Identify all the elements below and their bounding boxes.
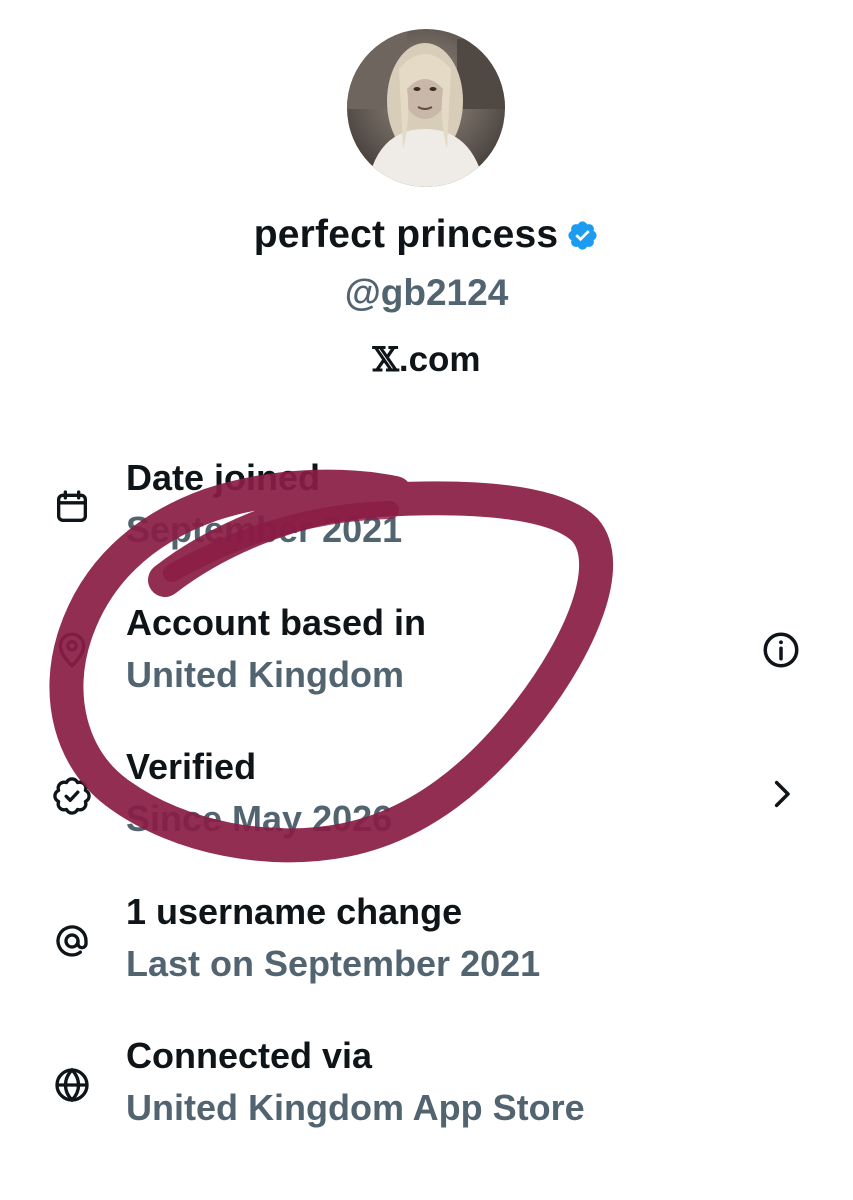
chevron-right-icon[interactable] — [760, 773, 802, 815]
site-suffix: .com — [398, 340, 481, 379]
row-account-based: Account based in United Kingdom — [0, 602, 853, 712]
username-change-value: Last on September 2021 — [126, 943, 541, 984]
verified-badge-outline-icon — [52, 776, 92, 816]
username-change-title: 1 username change — [126, 891, 463, 932]
globe-icon — [52, 1065, 92, 1105]
calendar-icon — [52, 487, 92, 527]
x-logo-icon: 𝕏 — [372, 340, 399, 380]
verified-badge-icon[interactable] — [566, 219, 599, 252]
display-name-row: perfect princess — [0, 213, 853, 257]
handle: @gb2124 — [344, 272, 509, 313]
site-label: 𝕏.com — [0, 340, 853, 380]
row-username-change: 1 username change Last on September 2021 — [0, 891, 853, 1001]
location-pin-icon — [52, 630, 92, 670]
at-sign-icon — [52, 921, 92, 961]
row-date-joined: Date joined September 2021 — [0, 457, 853, 567]
account-based-title: Account based in — [126, 602, 427, 643]
connected-via-title: Connected via — [126, 1035, 373, 1076]
verified-title: Verified — [126, 746, 257, 787]
verified-value: Since May 2026 — [126, 798, 393, 839]
display-name: perfect princess — [253, 213, 559, 256]
row-connected-via: Connected via United Kingdom App Store — [0, 1035, 853, 1145]
avatar[interactable] — [347, 29, 505, 187]
row-verified[interactable]: Verified Since May 2026 — [0, 746, 853, 856]
account-based-value: United Kingdom — [126, 654, 404, 695]
connected-via-value: United Kingdom App Store — [126, 1087, 585, 1128]
date-joined-value: September 2021 — [126, 509, 403, 550]
date-joined-title: Date joined — [126, 457, 321, 498]
info-icon[interactable] — [760, 629, 802, 671]
